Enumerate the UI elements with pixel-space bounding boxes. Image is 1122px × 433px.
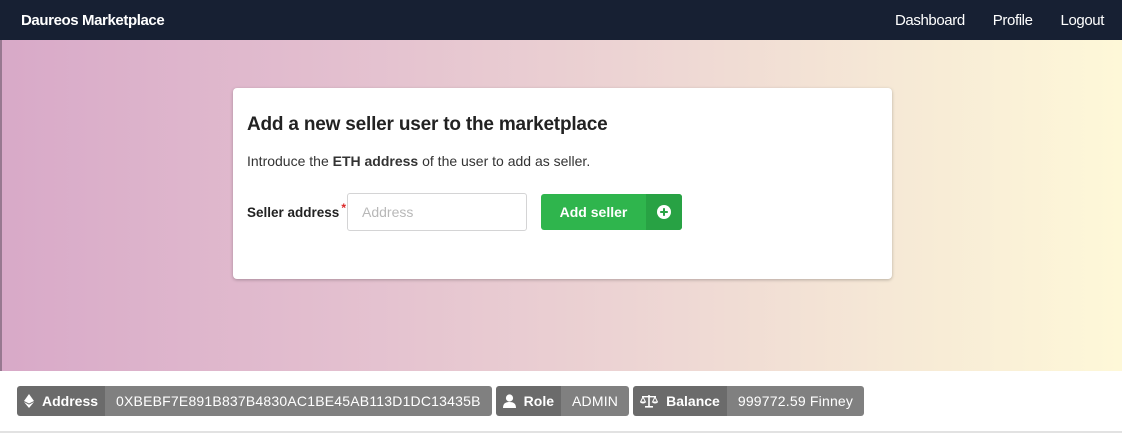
top-navbar: Daureos Marketplace Dashboard Profile Lo…: [0, 0, 1122, 40]
hero-edge-divider: [0, 40, 2, 371]
add-seller-card: Add a new seller user to the marketplace…: [233, 88, 892, 279]
role-tag-key: Role: [495, 386, 561, 416]
card-description: Introduce the ETH address of the user to…: [247, 153, 878, 169]
desc-bold: ETH address: [332, 153, 419, 169]
balance-scale-icon: [640, 395, 659, 408]
desc-prefix: Introduce the: [247, 153, 333, 169]
nav-links: Dashboard Profile Logout: [867, 12, 1104, 29]
address-value: 0XBEBF7E891B837B4830AC1BE45AB113D1DC1343…: [105, 386, 492, 416]
status-footer: Address 0XBEBF7E891B837B4830AC1BE45AB113…: [0, 371, 1122, 433]
role-tag: Role ADMIN: [495, 386, 630, 416]
required-mark: *: [341, 200, 346, 215]
ethereum-icon: [24, 394, 34, 408]
address-tag: Address 0XBEBF7E891B837B4830AC1BE45AB113…: [17, 386, 492, 416]
user-icon: [502, 394, 516, 408]
seller-address-input[interactable]: [347, 193, 527, 231]
role-value: ADMIN: [561, 386, 630, 416]
add-seller-button[interactable]: Add seller: [541, 194, 682, 230]
card-title: Add a new seller user to the marketplace: [247, 114, 608, 135]
desc-suffix: of the user to add as seller.: [418, 153, 591, 169]
add-seller-button-label: Add seller: [559, 204, 628, 220]
balance-tag-key: Balance: [633, 386, 727, 416]
status-labels: Address 0XBEBF7E891B837B4830AC1BE45AB113…: [17, 386, 868, 416]
nav-profile-link[interactable]: Profile: [993, 12, 1033, 29]
balance-key-text: Balance: [666, 393, 720, 409]
address-tag-key: Address: [17, 386, 106, 416]
nav-dashboard-link[interactable]: Dashboard: [895, 12, 965, 29]
seller-address-label: Seller address *: [247, 201, 347, 220]
hero-gradient: Add a new seller user to the marketplace…: [0, 40, 1122, 371]
address-key-text: Address: [42, 393, 99, 409]
seller-address-label-text: Seller address: [247, 204, 340, 220]
seller-form-row: Seller address* Add seller: [247, 193, 878, 231]
role-key-text: Role: [523, 393, 554, 409]
balance-tag: Balance 999772.59 Finney: [633, 386, 865, 416]
brand-link[interactable]: Daureos Marketplace: [21, 12, 165, 29]
nav-logout-link[interactable]: Logout: [1061, 12, 1105, 29]
balance-value: 999772.59 Finney: [726, 386, 865, 416]
plus-circle-icon: [646, 194, 682, 230]
